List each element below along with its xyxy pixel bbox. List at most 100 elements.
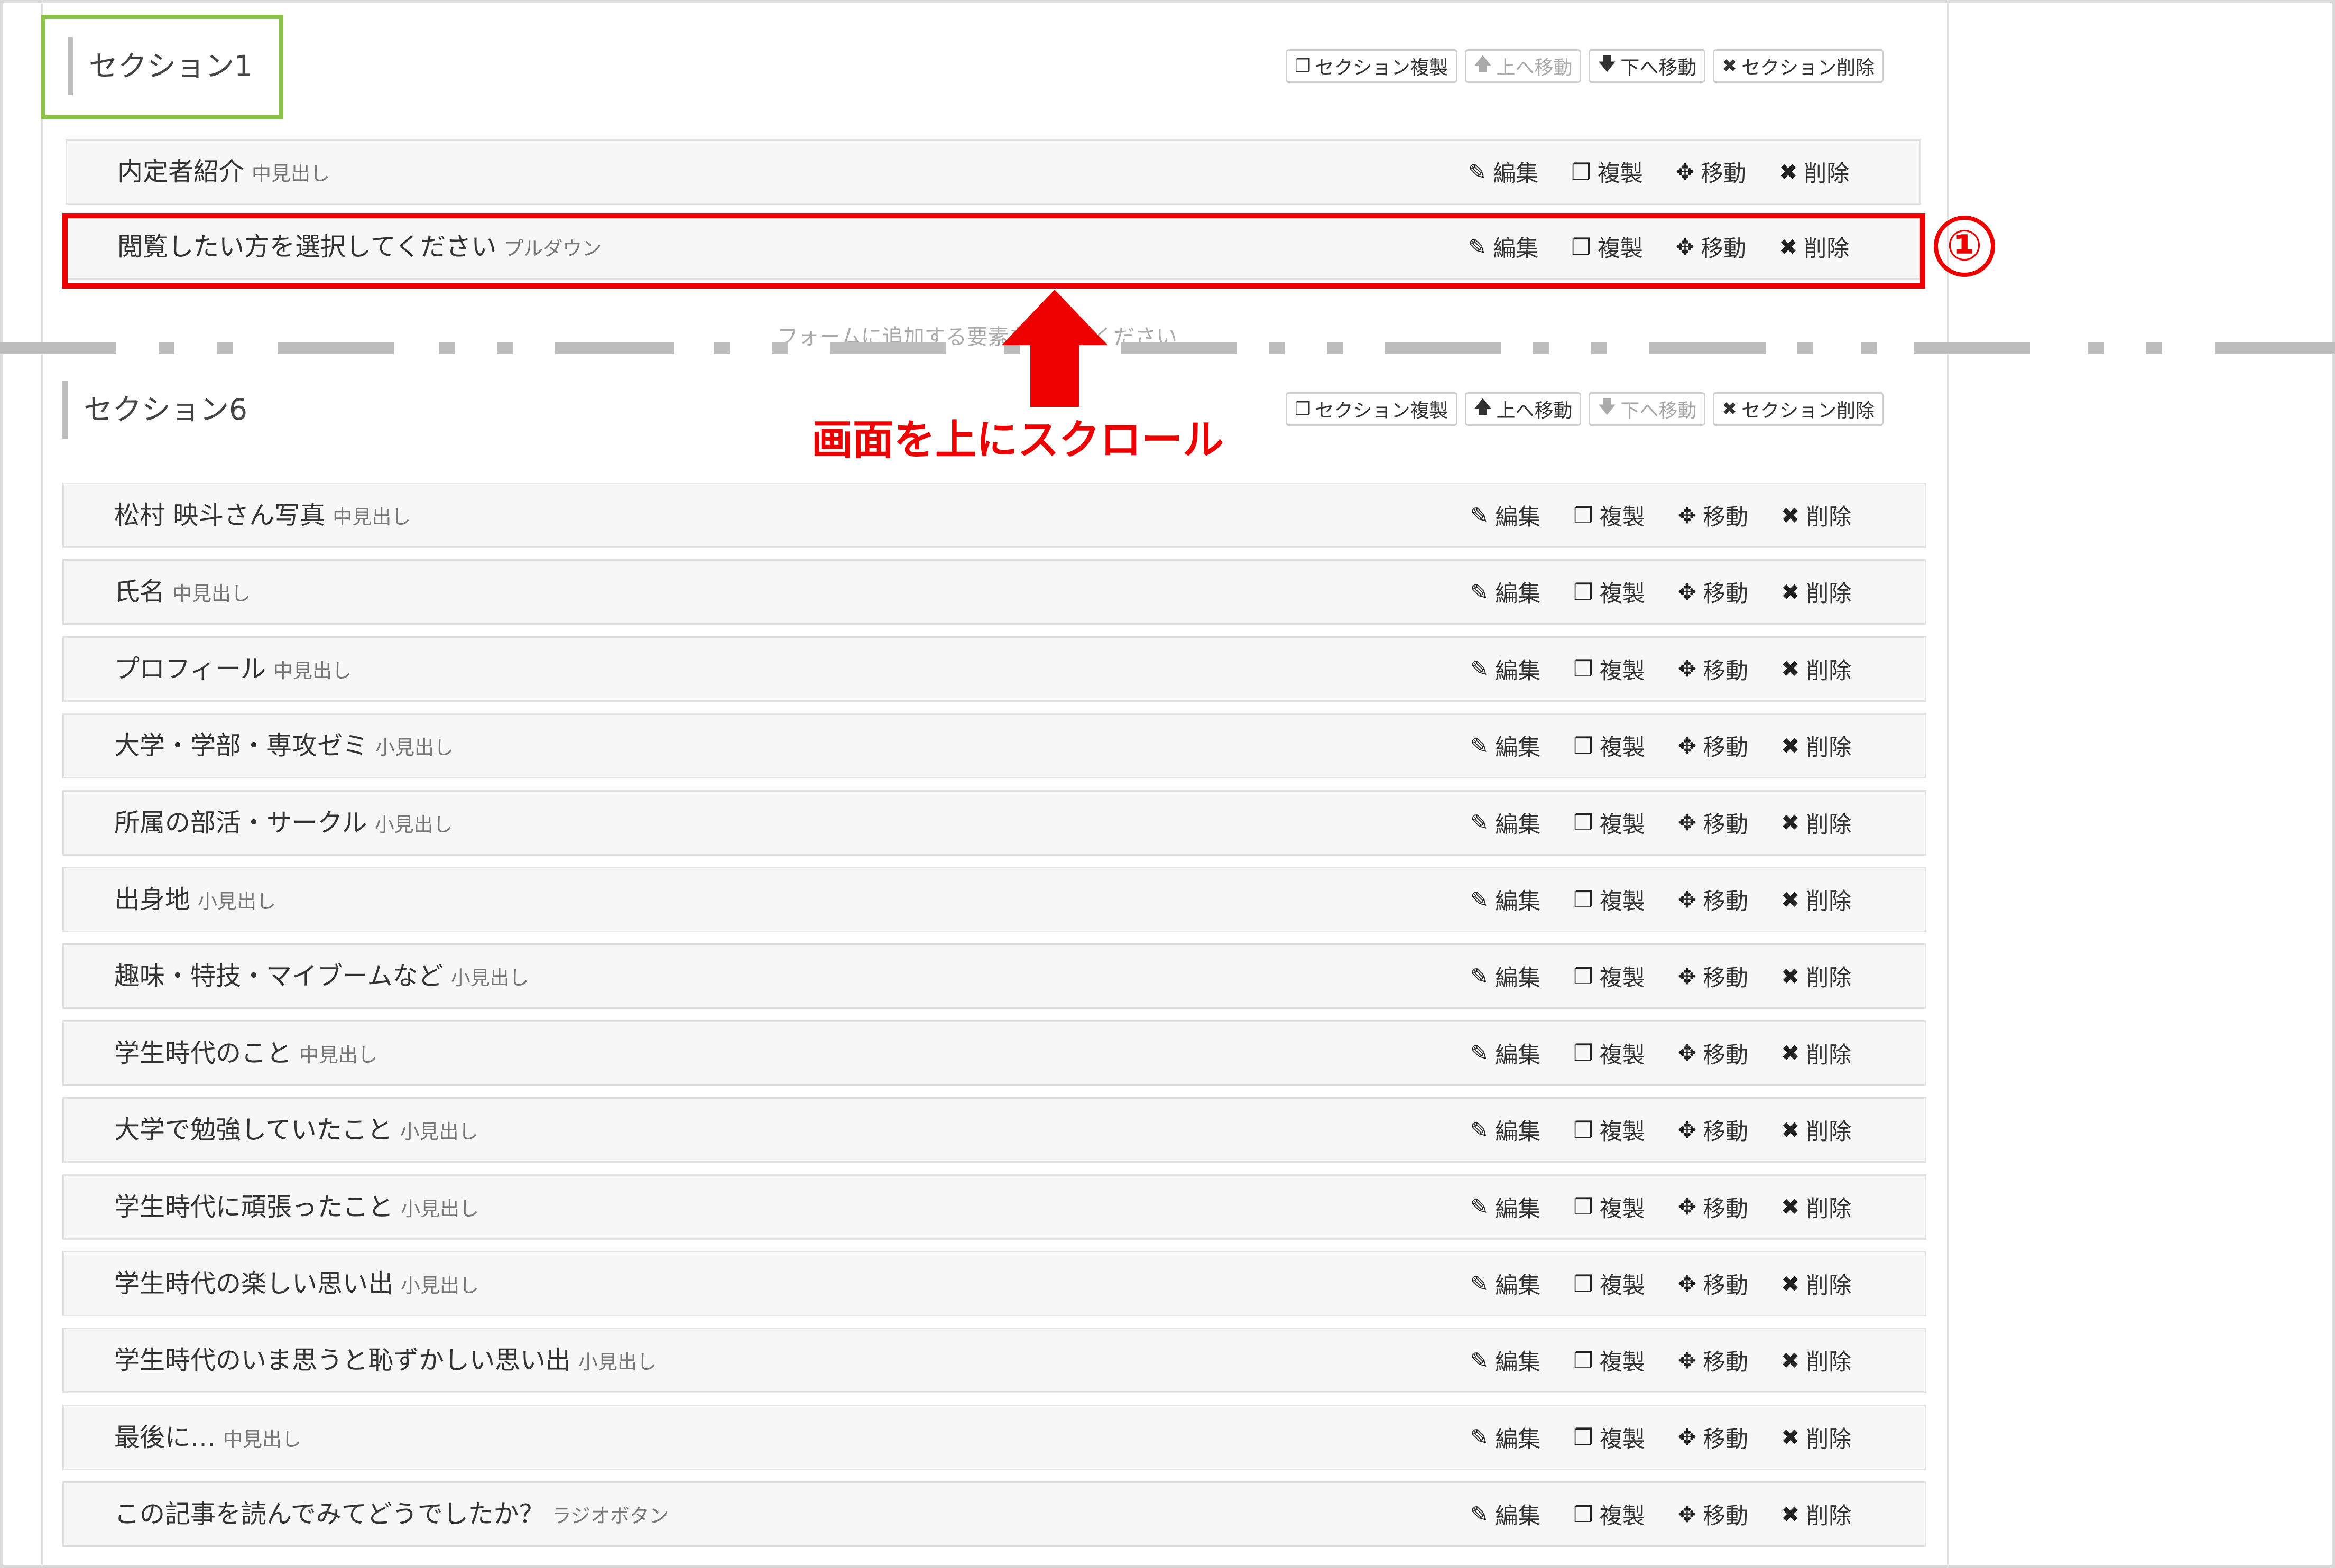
edit-button[interactable]: ✎ 編集 xyxy=(1470,1114,1540,1146)
form-element-row[interactable]: 学生時代のいま思うと恥ずかしい思い出 小見出し ✎ 編集 ❐ 複製 ✥ 移動 ✖ 削除 xyxy=(62,1328,1926,1394)
edit-button[interactable]: ✎ 編集 xyxy=(1470,653,1540,685)
delete-button[interactable]: ✖ 削除 xyxy=(1781,729,1851,762)
copy-button[interactable]: ❐ 複製 xyxy=(1573,1498,1645,1530)
edit-button[interactable]: ✎ 編集 xyxy=(1470,960,1540,992)
section1-move-up-button[interactable]: 🡅 上へ移動 xyxy=(1464,49,1582,83)
move-button[interactable]: ✥ 移動 xyxy=(1678,806,1748,839)
section6-move-up-button[interactable]: 🡅 上へ移動 xyxy=(1464,392,1582,426)
copy-button[interactable]: ❐ 複製 xyxy=(1571,155,1643,188)
move-button[interactable]: ✥ 移動 xyxy=(1678,1191,1748,1223)
separator-dash xyxy=(2146,342,2162,354)
edit-button[interactable]: ✎ 編集 xyxy=(1470,729,1540,762)
row-actions: ✎ 編集 ❐ 複製 ✥ 移動 ✖ 削除 xyxy=(1470,792,1851,854)
form-element-row[interactable]: 趣味・特技・マイブームなど 小見出し ✎ 編集 ❐ 複製 ✥ 移動 ✖ 削除 xyxy=(62,943,1926,1009)
delete-button[interactable]: ✖ 削除 xyxy=(1781,1191,1851,1223)
edit-button[interactable]: ✎ 編集 xyxy=(1470,883,1540,916)
move-button[interactable]: ✥ 移動 xyxy=(1678,1114,1748,1146)
form-element-row[interactable]: 学生時代のこと 中見出し ✎ 編集 ❐ 複製 ✥ 移動 ✖ 削除 xyxy=(62,1020,1926,1086)
edit-button[interactable]: ✎ 編集 xyxy=(1470,1421,1540,1454)
copy-icon: ❐ xyxy=(1573,1347,1593,1374)
section6-move-down-button[interactable]: 🡇 下へ移動 xyxy=(1589,392,1706,426)
pencil-icon: ✎ xyxy=(1470,1501,1489,1527)
form-element-row[interactable]: 氏名 中見出し ✎ 編集 ❐ 複製 ✥ 移動 ✖ 削除 xyxy=(62,559,1926,625)
copy-button[interactable]: ❐ 複製 xyxy=(1573,653,1645,685)
form-element-row[interactable]: プロフィール 中見出し ✎ 編集 ❐ 複製 ✥ 移動 ✖ 削除 xyxy=(62,636,1926,702)
form-element-row[interactable]: 最後に… 中見出し ✎ 編集 ❐ 複製 ✥ 移動 ✖ 削除 xyxy=(62,1404,1926,1471)
move-button[interactable]: ✥ 移動 xyxy=(1676,155,1746,188)
delete-button[interactable]: ✖ 削除 xyxy=(1781,960,1851,992)
copy-button[interactable]: ❐ 複製 xyxy=(1573,1191,1645,1223)
scroll-up-arrow-icon xyxy=(1002,290,1107,407)
section1-copy-button[interactable]: ❐ セクション複製 xyxy=(1286,49,1457,83)
copy-button[interactable]: ❐ 複製 xyxy=(1573,576,1645,608)
move-button[interactable]: ✥ 移動 xyxy=(1678,960,1748,992)
edit-button[interactable]: ✎ 編集 xyxy=(1470,1037,1540,1070)
copy-button[interactable]: ❐ 複製 xyxy=(1573,1421,1645,1454)
move-button[interactable]: ✥ 移動 xyxy=(1678,499,1748,532)
section1-delete-button[interactable]: ✖ セクション削除 xyxy=(1713,49,1884,83)
form-element-row[interactable]: 出身地 小見出し ✎ 編集 ❐ 複製 ✥ 移動 ✖ 削除 xyxy=(62,867,1926,932)
copy-button[interactable]: ❐ 複製 xyxy=(1573,960,1645,992)
form-element-type: 中見出し xyxy=(299,1043,378,1066)
form-element-row[interactable]: 松村 映斗さん写真 中見出し ✎ 編集 ❐ 複製 ✥ 移動 ✖ 削除 xyxy=(62,483,1926,548)
delete-button[interactable]: ✖ 削除 xyxy=(1781,1498,1851,1530)
edit-button[interactable]: ✎ 編集 xyxy=(1468,155,1538,188)
delete-button[interactable]: ✖ 削除 xyxy=(1781,576,1851,608)
form-element-row[interactable]: 学生時代に頑張ったこと 小見出し ✎ 編集 ❐ 複製 ✥ 移動 ✖ 削除 xyxy=(62,1174,1926,1240)
copy-button[interactable]: ❐ 複製 xyxy=(1573,883,1645,916)
move-button[interactable]: ✥ 移動 xyxy=(1678,883,1748,916)
edit-button[interactable]: ✎ 編集 xyxy=(1470,576,1540,608)
delete-button[interactable]: ✖ 削除 xyxy=(1781,1267,1851,1300)
delete-button[interactable]: ✖ 削除 xyxy=(1781,806,1851,839)
copy-button[interactable]: ❐ 複製 xyxy=(1573,806,1645,839)
move-button[interactable]: ✥ 移動 xyxy=(1678,1037,1748,1070)
edit-button[interactable]: ✎ 編集 xyxy=(1470,1498,1540,1530)
edit-button[interactable]: ✎ 編集 xyxy=(1470,1191,1540,1223)
copy-button[interactable]: ❐ 複製 xyxy=(1573,729,1645,762)
move-button[interactable]: ✥ 移動 xyxy=(1678,729,1748,762)
copy-button[interactable]: ❐ 複製 xyxy=(1573,499,1645,532)
delete-button[interactable]: ✖ 削除 xyxy=(1781,1037,1851,1070)
move-button[interactable]: ✥ 移動 xyxy=(1678,1267,1748,1300)
form-element-row[interactable]: 大学で勉強していたこと 小見出し ✎ 編集 ❐ 複製 ✥ 移動 ✖ 削除 xyxy=(62,1097,1926,1163)
delete-button[interactable]: ✖ 削除 xyxy=(1781,1344,1851,1377)
edit-button[interactable]: ✎ 編集 xyxy=(1470,806,1540,839)
section6-delete-button[interactable]: ✖ セクション削除 xyxy=(1713,392,1884,426)
section1-move-down-button[interactable]: 🡇 下へ移動 xyxy=(1589,49,1706,83)
form-element-row[interactable]: 所属の部活・サークル 小見出し ✎ 編集 ❐ 複製 ✥ 移動 ✖ 削除 xyxy=(62,790,1926,856)
copy-button[interactable]: ❐ 複製 xyxy=(1573,1267,1645,1300)
delete-button[interactable]: ✖ 削除 xyxy=(1781,499,1851,532)
move-button[interactable]: ✥ 移動 xyxy=(1678,1421,1748,1454)
delete-button[interactable]: ✖ 削除 xyxy=(1781,653,1851,685)
copy-icon: ❐ xyxy=(1295,55,1311,77)
close-icon: ✖ xyxy=(1781,656,1800,682)
edit-button[interactable]: ✎ 編集 xyxy=(1470,499,1540,532)
copy-button[interactable]: ❐ 複製 xyxy=(1573,1114,1645,1146)
move-button[interactable]: ✥ 移動 xyxy=(1678,576,1748,608)
form-element-type: 小見出し xyxy=(374,813,453,836)
section6-copy-button[interactable]: ❐ セクション複製 xyxy=(1286,392,1457,426)
form-element-row[interactable]: 内定者紹介 中見出し ✎ 編集 ❐ 複製 ✥ 移動 ✖ 削除 xyxy=(66,139,1921,205)
form-element-row[interactable]: この記事を読んでみてどうでしたか？ ラジオボタン ✎ 編集 ❐ 複製 ✥ 移動 ✖ 削除 xyxy=(62,1481,1926,1547)
move-button[interactable]: ✥ 移動 xyxy=(1678,1344,1748,1377)
move-icon: ✥ xyxy=(1677,963,1697,989)
copy-button[interactable]: ❐ 複製 xyxy=(1573,1037,1645,1070)
form-element-row[interactable]: 大学・学部・専攻ゼミ 小見出し ✎ 編集 ❐ 複製 ✥ 移動 ✖ 削除 xyxy=(62,713,1926,779)
row-actions: ✎ 編集 ❐ 複製 ✥ 移動 ✖ 削除 xyxy=(1470,561,1851,623)
delete-button[interactable]: ✖ 削除 xyxy=(1781,1421,1851,1454)
arrow-down-icon: 🡇 xyxy=(1598,53,1617,75)
edit-button[interactable]: ✎ 編集 xyxy=(1470,1267,1540,1300)
move-button[interactable]: ✥ 移動 xyxy=(1678,1498,1748,1530)
form-element-label: 氏名 中見出し xyxy=(114,561,251,625)
form-element-row[interactable]: 学生時代の楽しい思い出 小見出し ✎ 編集 ❐ 複製 ✥ 移動 ✖ 削除 xyxy=(62,1251,1926,1316)
delete-button[interactable]: ✖ 削除 xyxy=(1781,883,1851,916)
copy-icon: ❐ xyxy=(1573,579,1593,605)
move-button[interactable]: ✥ 移動 xyxy=(1678,653,1748,685)
delete-button[interactable]: ✖ 削除 xyxy=(1781,1114,1851,1146)
copy-icon: ❐ xyxy=(1573,1424,1593,1451)
copy-button[interactable]: ❐ 複製 xyxy=(1573,1344,1645,1377)
delete-button[interactable]: ✖ 削除 xyxy=(1779,155,1849,188)
form-element-label: 最後に… 中見出し xyxy=(114,1406,301,1471)
edit-button[interactable]: ✎ 編集 xyxy=(1470,1344,1540,1377)
row-actions: ✎ 編集 ❐ 複製 ✥ 移動 ✖ 削除 xyxy=(1470,484,1851,546)
